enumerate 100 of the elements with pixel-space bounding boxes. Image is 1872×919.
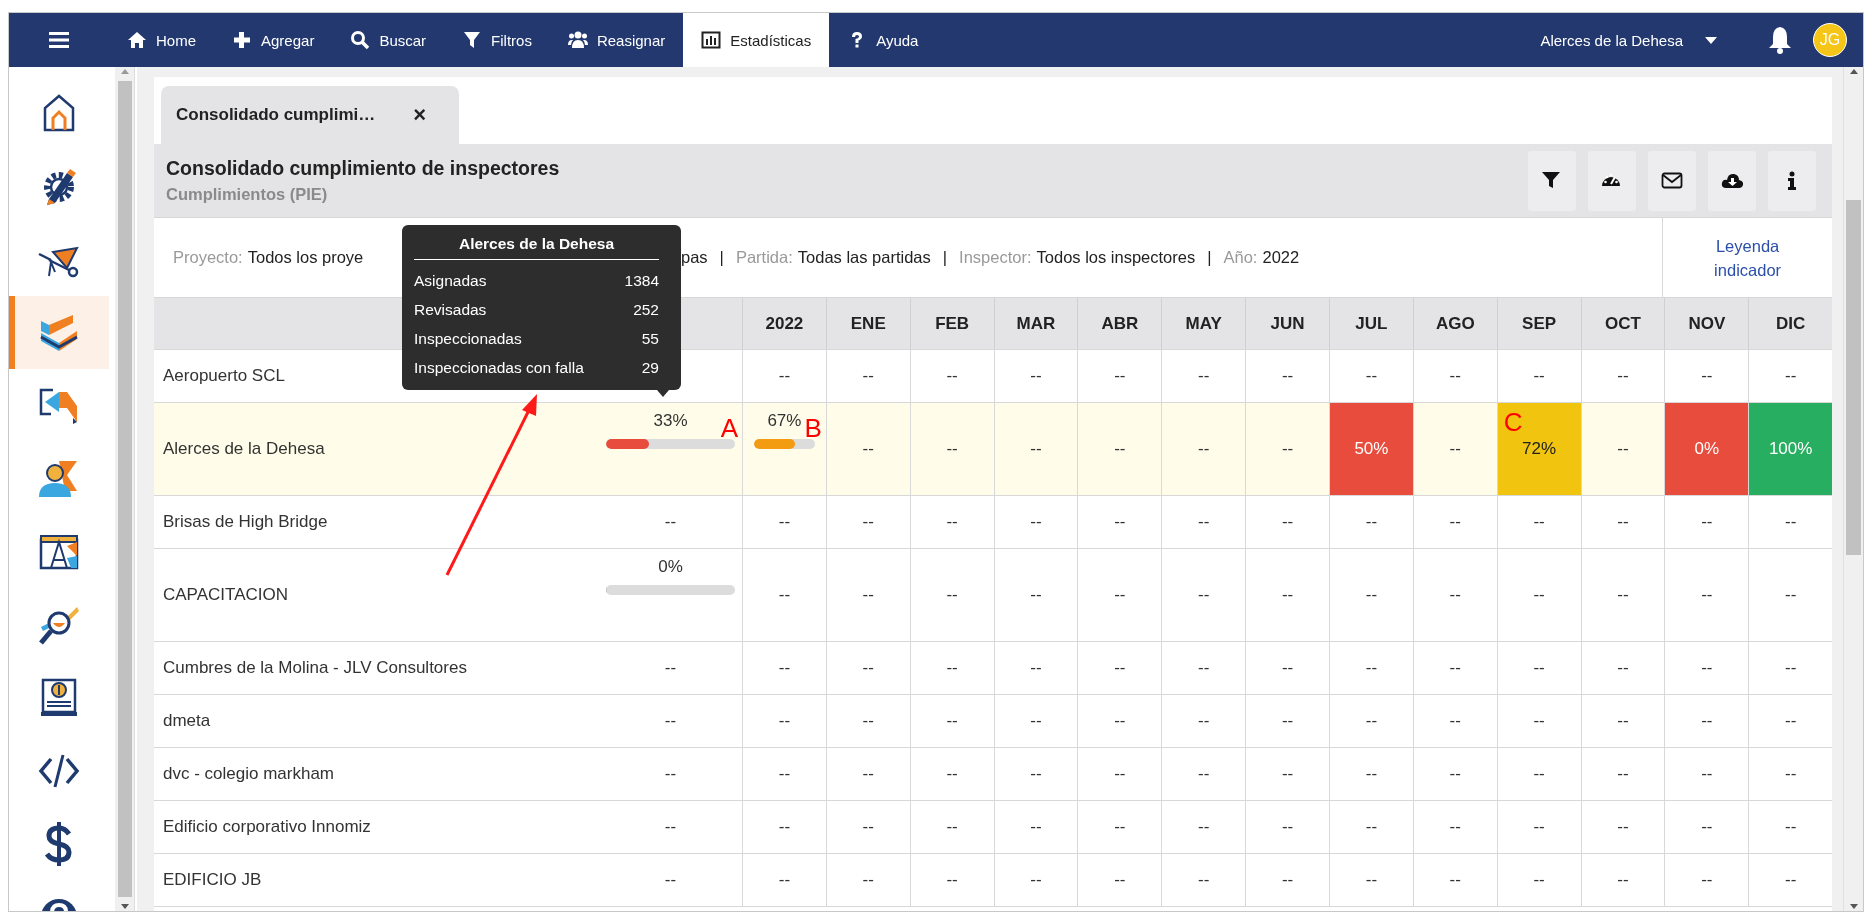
nav-tab[interactable]: Filtros [444, 13, 550, 67]
table-cell: -- [1161, 549, 1246, 641]
table-row[interactable]: EDIFICIO JB -- -- -- -- -- -- -- -- -- -- -- -- -- -- [154, 853, 1833, 906]
table-row[interactable]: Cumbres de la Molina - JLV Consultores -- -- -- -- -- -- -- -- -- -- -- -- -- -- [154, 641, 1833, 694]
table-cell: -- [1748, 854, 1833, 906]
table-cell: -- [825, 801, 910, 853]
separator: | [1207, 248, 1212, 267]
table-cell: -- [909, 549, 994, 641]
project-name: dvc - colegio markham [163, 764, 334, 784]
scroll-down-icon [1848, 901, 1859, 911]
table-cell: -- [1077, 801, 1162, 853]
table-cell: -- [1496, 748, 1581, 800]
table-cell-text: -- [663, 657, 678, 679]
table-cell: -- [1664, 496, 1749, 548]
home-icon [127, 30, 147, 50]
filter-value: Todos los proye [247, 248, 364, 267]
table-cell: -- [825, 496, 910, 548]
table-row[interactable]: CAPACITACION 0% -- -- -- -- -- -- -- -- -- -- -- -- -- [154, 548, 1833, 641]
table-cell: -- [1328, 801, 1413, 853]
caret-icon [1705, 36, 1717, 44]
separator: | [942, 248, 948, 267]
table-cell: -- [1245, 549, 1329, 641]
menu-icon [49, 31, 69, 49]
tooltip-label: Inspeccionadas con falla [414, 358, 584, 377]
nav-tab[interactable]: Agregar [214, 13, 333, 67]
close-button[interactable]: × [413, 102, 427, 128]
table-cell: -- [993, 748, 1078, 800]
table-cell: -- [1496, 549, 1581, 641]
percent-value: 33% [653, 411, 688, 431]
table-cell: -- [1245, 748, 1329, 800]
gauge-button[interactable] [1588, 150, 1637, 211]
table-cell: -- [1580, 748, 1665, 800]
project-name: Aeropuerto SCL [163, 366, 285, 386]
table-cell: -- [1496, 854, 1581, 906]
filter-value: Todas las partidas [797, 248, 931, 267]
table-cell: -- [909, 496, 994, 548]
filter-value: 2022 [1262, 248, 1300, 267]
table-cell: -- [1161, 801, 1246, 853]
table-cell: -- [825, 695, 910, 747]
envelope-button[interactable] [1648, 150, 1697, 211]
nav-tab[interactable]: Buscar [332, 13, 445, 67]
scrollbar[interactable] [115, 67, 135, 911]
table-cell: -- [825, 549, 910, 641]
table-cell: -- [1496, 496, 1581, 548]
table-cell: -- [1412, 801, 1497, 853]
table-cell: -- [1077, 549, 1162, 641]
report-tab[interactable]: Consolidado cumplimi… × [161, 86, 459, 144]
table-cell-text: -- [663, 763, 678, 785]
column-header: FEB [935, 313, 970, 334]
project-name: Cumbres de la Molina - JLV Consultores [163, 658, 467, 678]
table-cell: -- [1580, 854, 1665, 906]
table-cell: -- [993, 403, 1078, 495]
project-name: Brisas de High Bridge [163, 512, 328, 532]
nav-tab[interactable]: Home [109, 13, 214, 67]
search-icon [350, 30, 371, 50]
nav-tab[interactable]: Estadísticas [683, 13, 830, 67]
table-cell-text: -- [663, 869, 678, 891]
table-cell: -- [1412, 695, 1497, 747]
column-header: OCT [1605, 313, 1641, 334]
scrollbar[interactable] [1843, 67, 1863, 911]
cloud-download-button[interactable] [1708, 150, 1757, 211]
filter-value: pas [681, 248, 708, 267]
annotation-letter: B [804, 415, 822, 441]
filter-label: Año: [1223, 248, 1258, 267]
filter-label: Proyecto: [173, 248, 243, 267]
table-cell: -- [1077, 748, 1162, 800]
table-cell: -- [1580, 695, 1665, 747]
table-cell: -- [909, 854, 994, 906]
table-cell: -- [1664, 748, 1749, 800]
bar-chart-icon [701, 30, 722, 50]
table-row[interactable]: Edificio corporativo Innomiz -- -- -- -- -- -- -- -- -- -- -- -- -- -- [154, 800, 1833, 853]
table-cell: -- [1328, 695, 1413, 747]
project-selector[interactable]: Alerces de la Dehesa [1534, 13, 1723, 67]
table-cell: -- [1328, 549, 1413, 641]
table-cell: -- [1748, 695, 1833, 747]
separator: | [719, 248, 724, 267]
table-cell: -- [909, 403, 994, 495]
table-cell: -- [1412, 549, 1497, 641]
info-button[interactable] [1768, 150, 1817, 211]
table-row[interactable]: Brisas de High Bridge -- -- -- -- -- -- -- -- -- -- -- -- -- -- [154, 495, 1833, 548]
annotation-letter: C [1503, 409, 1523, 435]
table-cell: -- [1077, 854, 1162, 906]
table-cell: -- [1580, 801, 1665, 853]
table-cell: -- [1580, 496, 1665, 548]
tooltip-value: 1384 [624, 271, 659, 290]
filter-icon [462, 30, 483, 50]
table-row[interactable]: dmeta -- -- -- -- -- -- -- -- -- -- -- -- -- -- [154, 694, 1833, 747]
tooltip-label: Asignadas [414, 271, 487, 290]
column-header: DIC [1776, 313, 1806, 334]
filter-button[interactable] [1528, 150, 1577, 211]
column-header: JUL [1355, 313, 1388, 334]
table-cell: -- [993, 496, 1078, 548]
table-cell-text: -- [663, 511, 678, 533]
nav-tab[interactable]: Ayuda [829, 13, 937, 67]
nav-tab[interactable]: Reasignar [549, 13, 684, 67]
table-row[interactable]: dvc - colegio markham -- -- -- -- -- -- -- -- -- -- -- -- -- -- [154, 747, 1833, 800]
table-cell: -- [1496, 642, 1581, 694]
table-cell: -- [993, 801, 1078, 853]
bell-icon[interactable] [1767, 26, 1793, 54]
filter-value: Todos los inspectores [1036, 248, 1196, 267]
